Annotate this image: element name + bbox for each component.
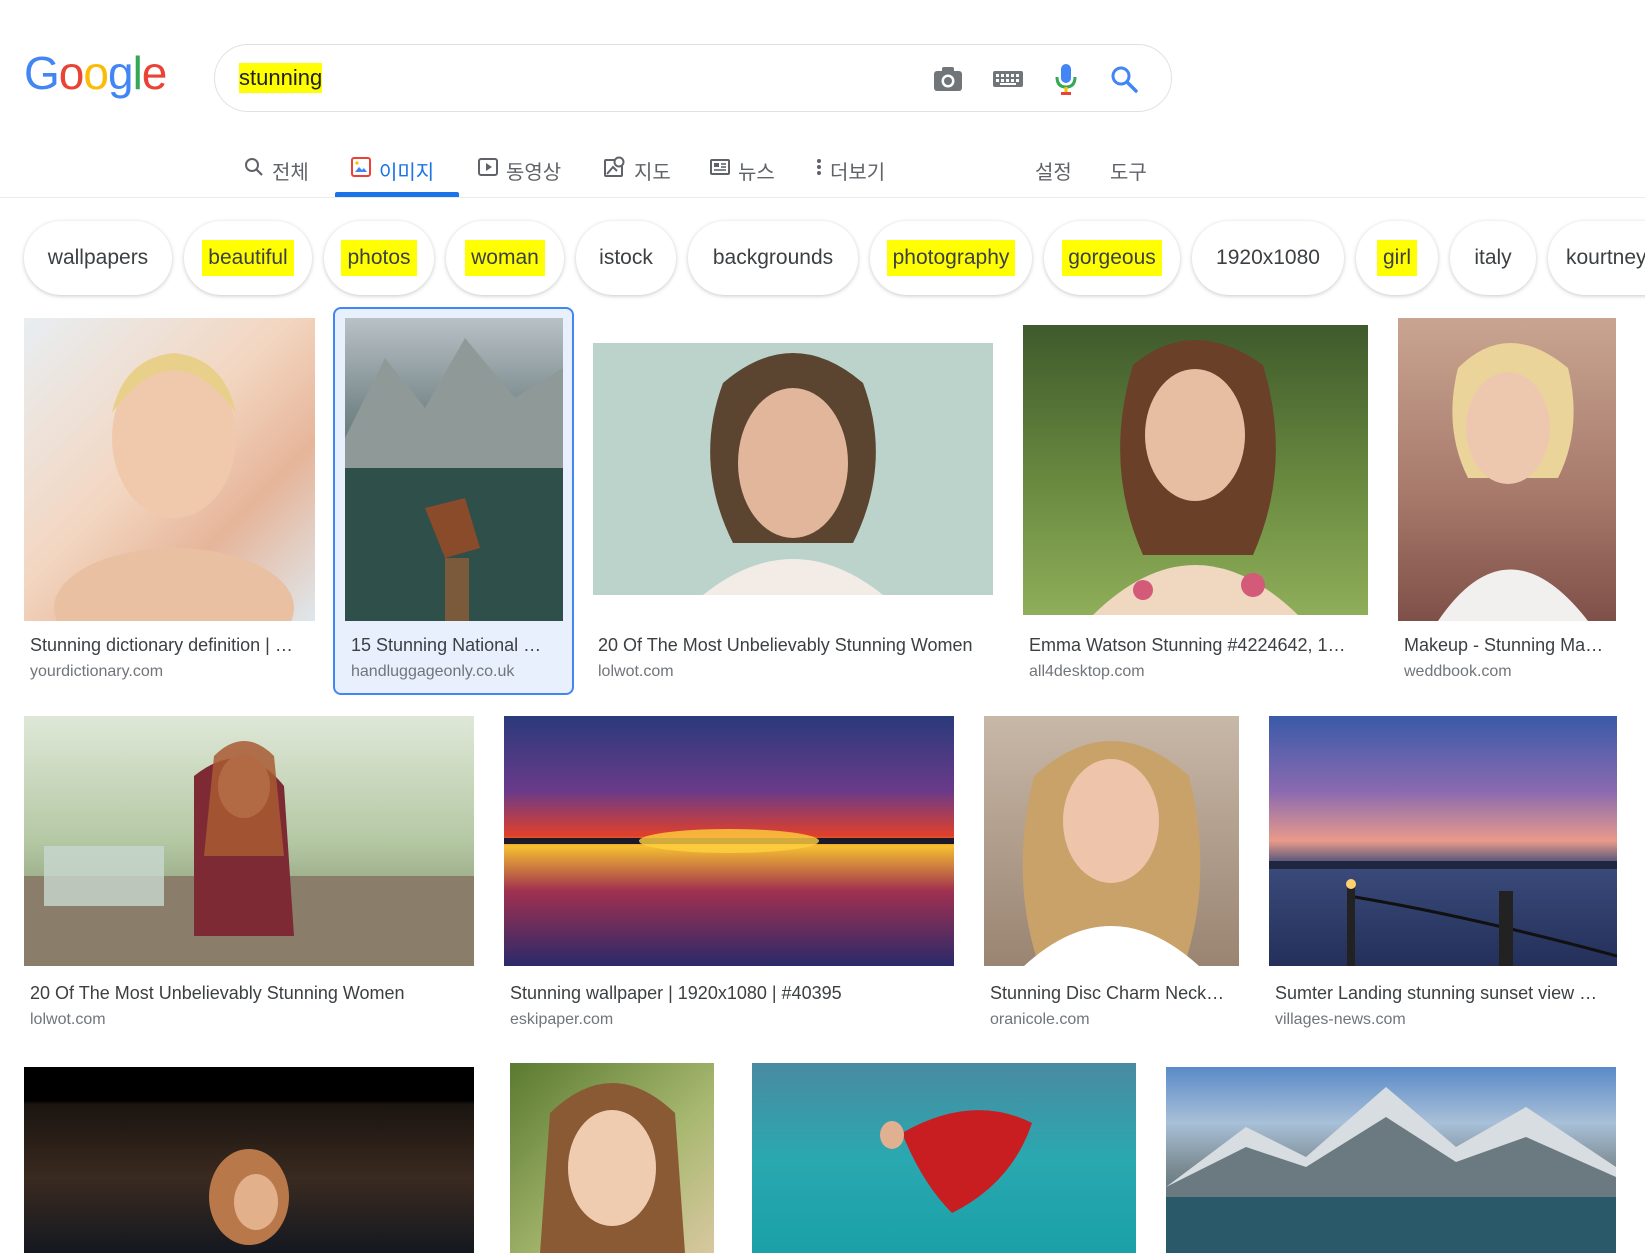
result-title[interactable]: 20 Of The Most Unbelievably Stunning Wom… (598, 635, 998, 656)
result-source: lolwot.com (30, 1011, 106, 1028)
tab-label: 지도 (634, 161, 671, 184)
result-thumbnail[interactable] (24, 318, 315, 621)
search-box[interactable]: stunning (214, 44, 1172, 112)
chip-italy[interactable]: italy (1450, 221, 1536, 295)
result-title[interactable]: Makeup - Stunning Ma… (1404, 635, 1614, 656)
result-title[interactable]: Stunning Disc Charm Neck… (990, 983, 1235, 1004)
tab-images[interactable]: 이미지 (351, 148, 434, 192)
chip-gorgeous[interactable]: gorgeous (1044, 221, 1180, 295)
logo-letter: G (24, 47, 60, 99)
logo-letter: e (141, 47, 168, 99)
search-icon (244, 157, 264, 183)
result-thumbnail[interactable] (24, 716, 474, 966)
result-source: eskipaper.com (510, 1011, 614, 1028)
result-title[interactable]: Stunning dictionary definition | … (30, 635, 310, 656)
chip-istock[interactable]: istock (576, 221, 676, 295)
result-title[interactable]: Stunning wallpaper | 1920x1080 | #40395 (510, 983, 950, 1004)
tab-maps[interactable]: 지도 (604, 148, 671, 192)
image-icon (351, 157, 371, 183)
result-thumbnail[interactable] (504, 716, 954, 966)
chip-wallpapers[interactable]: wallpapers (24, 221, 172, 295)
chip-label: girl (1376, 240, 1417, 276)
tab-label: 설정 (1035, 161, 1072, 184)
chip-photos[interactable]: photos (324, 221, 434, 295)
result-source: yourdictionary.com (30, 663, 164, 680)
chip-label: beautiful (202, 240, 294, 276)
result-thumbnail[interactable] (752, 1063, 1136, 1253)
tab-news[interactable]: 뉴스 (710, 148, 775, 192)
active-tab-indicator (335, 192, 459, 197)
result-thumbnail[interactable] (345, 318, 563, 621)
result-source: all4desktop.com (1029, 663, 1145, 680)
tab-label: 전체 (272, 161, 309, 184)
result-source: lolwot.com (598, 663, 674, 680)
chip-girl[interactable]: girl (1356, 221, 1438, 295)
map-icon (604, 156, 626, 184)
result-source: handluggageonly.co.uk (351, 663, 515, 680)
tab-label: 더보기 (830, 161, 886, 184)
logo-letter: o (83, 47, 109, 99)
chip-label: photos (341, 240, 417, 276)
result-title[interactable]: Sumter Landing stunning sunset view … (1275, 983, 1613, 1004)
video-icon (478, 157, 498, 183)
chip-kourtney[interactable]: kourtney (1548, 221, 1645, 295)
chip-label: wallpapers (47, 246, 149, 269)
result-thumbnail[interactable] (1398, 318, 1616, 621)
tab-label: 동영상 (506, 161, 562, 184)
result-thumbnail[interactable] (510, 1063, 714, 1253)
tab-settings[interactable]: 설정 (1035, 148, 1072, 192)
chip-beautiful[interactable]: beautiful (184, 221, 312, 295)
chip-backgrounds[interactable]: backgrounds (688, 221, 858, 295)
tab-label: 이미지 (379, 161, 435, 184)
chip-1920x1080[interactable]: 1920x1080 (1192, 221, 1344, 295)
mic-icon[interactable] (1049, 62, 1083, 96)
chip-photography[interactable]: photography (870, 221, 1032, 295)
tab-videos[interactable]: 동영상 (478, 148, 561, 192)
result-thumbnail[interactable] (1166, 1067, 1616, 1253)
chip-label: 1920x1080 (1216, 246, 1320, 269)
result-thumbnail[interactable] (984, 716, 1239, 966)
logo-letter: l (132, 47, 143, 99)
chip-label: backgrounds (712, 246, 834, 269)
result-source: weddbook.com (1404, 663, 1512, 680)
tab-tools[interactable]: 도구 (1110, 148, 1147, 192)
logo-letter: g (107, 47, 134, 99)
search-tabs: 전체 이미지 동영상 지도 뉴스 더보기 설정 도구 (0, 140, 1645, 198)
chip-woman[interactable]: woman (446, 221, 564, 295)
chip-label: italy (1474, 246, 1512, 269)
logo-letter: o (58, 47, 85, 99)
result-source: villages-news.com (1275, 1011, 1406, 1028)
chip-label: photography (886, 240, 1016, 276)
result-thumbnail[interactable] (593, 343, 993, 595)
news-icon (710, 157, 730, 183)
chip-label: kourtney (1566, 246, 1645, 269)
result-thumbnail[interactable] (1023, 325, 1368, 615)
result-thumbnail[interactable] (24, 1067, 474, 1253)
camera-icon[interactable] (931, 62, 965, 96)
tab-label: 도구 (1110, 161, 1147, 184)
chip-label: istock (599, 246, 653, 269)
result-title[interactable]: Emma Watson Stunning #4224642, 1… (1029, 635, 1359, 656)
google-logo[interactable]: Google (24, 47, 168, 99)
result-title[interactable]: 15 Stunning National … (351, 635, 559, 656)
result-thumbnail[interactable] (1269, 716, 1617, 966)
tab-all[interactable]: 전체 (244, 148, 309, 192)
result-source: oranicole.com (990, 1011, 1090, 1028)
result-title[interactable]: 20 Of The Most Unbelievably Stunning Wom… (30, 983, 470, 1004)
keyboard-icon[interactable] (991, 62, 1025, 96)
more-icon (816, 157, 822, 183)
chip-label: woman (465, 240, 545, 276)
chip-label: gorgeous (1062, 240, 1162, 276)
search-icon[interactable] (1107, 62, 1141, 96)
tab-label: 뉴스 (738, 161, 775, 184)
tab-more[interactable]: 더보기 (816, 148, 885, 192)
search-input[interactable]: stunning (239, 63, 323, 93)
